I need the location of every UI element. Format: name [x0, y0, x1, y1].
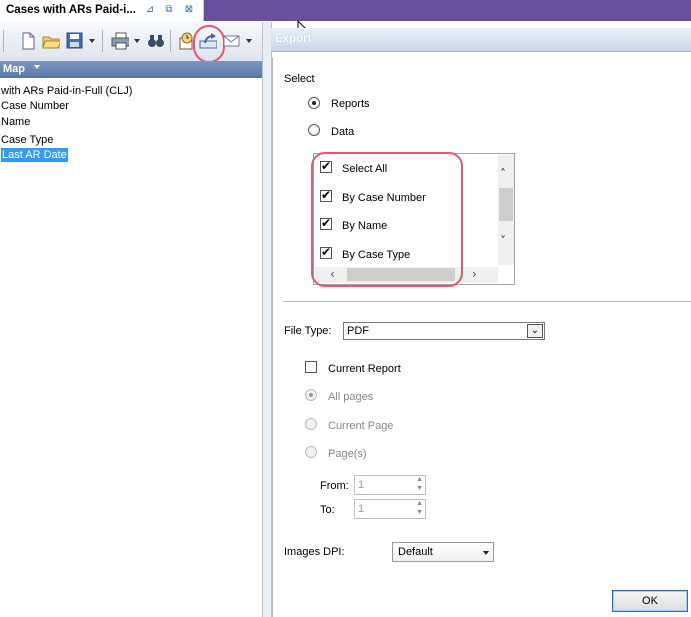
- map-item-case-type[interactable]: Case Type: [1, 133, 53, 147]
- toolbar-separator: [170, 30, 171, 52]
- spin-down-icon[interactable]: ▼: [416, 485, 423, 492]
- vertical-scroll-thumb[interactable]: [499, 188, 513, 221]
- toolbar-separator: [3, 30, 4, 52]
- select-label: Select: [284, 73, 315, 85]
- current-page-radio[interactable]: [305, 418, 317, 430]
- spin-down-icon[interactable]: ▼: [416, 509, 423, 516]
- open-folder-icon[interactable]: [42, 32, 60, 50]
- pages-radio[interactable]: [305, 446, 317, 458]
- all-pages-label[interactable]: All pages: [328, 391, 373, 403]
- chevron-down-icon[interactable]: [483, 551, 489, 555]
- find-binoculars-icon[interactable]: [147, 33, 165, 51]
- map-item-name[interactable]: Name: [1, 115, 30, 129]
- ok-button[interactable]: OK: [612, 590, 688, 612]
- data-radio[interactable]: [308, 124, 320, 136]
- float-icon[interactable]: ⧉: [163, 4, 175, 16]
- data-radio-label[interactable]: Data: [331, 126, 354, 138]
- current-page-label[interactable]: Current Page: [328, 420, 393, 432]
- scroll-down-icon[interactable]: ˅: [500, 234, 506, 248]
- document-tab-title: Cases with ARs Paid-i...: [6, 4, 136, 16]
- print-dropdown-arrow[interactable]: [134, 39, 140, 43]
- save-dropdown-arrow[interactable]: [89, 39, 95, 43]
- email-dropdown-arrow[interactable]: [246, 39, 252, 43]
- print-icon[interactable]: [111, 32, 129, 50]
- map-item-root[interactable]: with ARs Paid-in-Full (CLJ): [1, 84, 132, 98]
- reports-radio-label[interactable]: Reports: [331, 98, 370, 110]
- document-tab[interactable]: Cases with ARs Paid-i... ⊿ ⧉ ⊠: [0, 0, 204, 22]
- map-header-label: Map: [3, 63, 25, 75]
- spin-up-icon[interactable]: ▲: [416, 500, 423, 507]
- pin-icon[interactable]: ⊿: [144, 4, 156, 16]
- export-icon-highlight: [193, 25, 225, 63]
- panel-splitter[interactable]: [262, 22, 272, 617]
- chevron-down-icon[interactable]: [34, 65, 40, 69]
- current-report-checkbox[interactable]: [305, 361, 317, 373]
- toolbar-separator: [102, 30, 103, 52]
- report-list-highlight: [311, 152, 463, 287]
- images-dpi-select[interactable]: Default: [392, 542, 494, 562]
- spin-up-icon[interactable]: ▲: [416, 476, 423, 483]
- all-pages-radio[interactable]: [305, 389, 317, 401]
- close-icon[interactable]: ⊠: [183, 4, 195, 16]
- export-panel-header: Export: [271, 28, 691, 52]
- email-icon[interactable]: [223, 35, 241, 53]
- file-type-value: PDF: [347, 325, 369, 337]
- save-icon[interactable]: [66, 32, 84, 50]
- chevron-down-icon[interactable]: ⌄: [527, 324, 543, 338]
- from-page-value: 1: [358, 479, 365, 491]
- images-dpi-label: Images DPI:: [284, 546, 345, 558]
- to-page-value: 1: [358, 503, 365, 515]
- map-panel-header[interactable]: Map: [0, 61, 263, 78]
- section-divider: [283, 301, 691, 302]
- pages-label[interactable]: Page(s): [328, 448, 367, 460]
- scroll-right-icon[interactable]: ›: [472, 267, 477, 281]
- current-report-label[interactable]: Current Report: [328, 363, 401, 375]
- file-type-label: File Type:: [284, 325, 332, 337]
- from-label: From:: [320, 480, 349, 492]
- new-document-icon[interactable]: [20, 32, 38, 50]
- map-item-last-ar-date[interactable]: Last AR Date: [1, 148, 68, 162]
- to-label: To:: [320, 504, 335, 516]
- images-dpi-value: Default: [398, 546, 433, 558]
- from-page-input[interactable]: 1 ▲ ▼: [354, 475, 426, 495]
- to-page-input[interactable]: 1 ▲ ▼: [354, 499, 426, 519]
- export-title: Export: [275, 33, 312, 45]
- scroll-up-icon[interactable]: ˄: [500, 167, 506, 181]
- file-type-select[interactable]: PDF ⌄: [343, 322, 545, 340]
- reports-radio[interactable]: [308, 97, 320, 109]
- map-item-case-number[interactable]: Case Number: [1, 99, 69, 113]
